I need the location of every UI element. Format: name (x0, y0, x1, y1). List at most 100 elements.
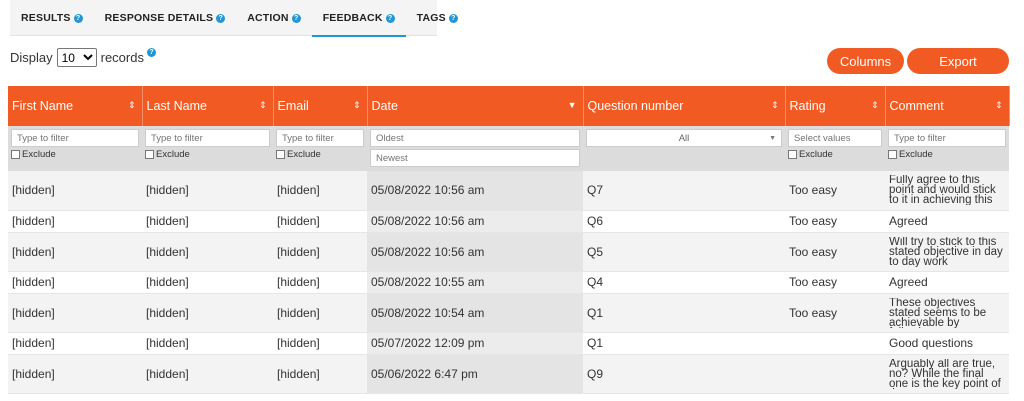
sort-icon: ⇕ (870, 100, 879, 110)
comment-text: Fully agree to this point and would stic… (889, 175, 996, 206)
filter-cell: Exclude (885, 126, 1009, 171)
cell-first-name: [hidden] (8, 210, 142, 233)
cell-rating: Too easy (785, 271, 885, 294)
cell-email: [hidden] (273, 232, 367, 272)
question-filter-value: All (678, 132, 690, 144)
help-icon[interactable]: ? (385, 13, 395, 23)
exclude-checkbox[interactable] (145, 150, 154, 159)
tab-bar: RESULTS? RESPONSE DETAILS? ACTION? FEEDB… (10, 0, 458, 37)
cell-comment: Will try to stick to this stated objecti… (885, 232, 1009, 272)
last-name-filter-input[interactable] (145, 129, 270, 147)
header-label: First Name (12, 99, 74, 113)
table-row[interactable]: [hidden] [hidden] [hidden] 05/08/2022 10… (8, 232, 1009, 272)
help-icon[interactable]: ? (146, 48, 156, 57)
cell-rating: Too easy (785, 210, 885, 233)
column-header-email[interactable]: Email ⇕ (273, 86, 368, 126)
tab-response-details[interactable]: RESPONSE DETAILS? (94, 0, 237, 36)
exclude-label: Exclude (899, 149, 933, 160)
exclude-checkbox[interactable] (11, 150, 20, 159)
cell-last-name: [hidden] (142, 232, 273, 272)
filter-cell: Exclude (8, 126, 142, 171)
help-icon[interactable]: ? (73, 13, 83, 23)
cell-last-name: [hidden] (142, 293, 273, 333)
cell-comment: Fully agree to this point and would stic… (885, 171, 1009, 211)
cell-date: 05/06/2022 6:47 pm (367, 354, 583, 394)
tab-tags[interactable]: TAGS? (406, 0, 469, 36)
export-button[interactable]: Export (907, 48, 1009, 74)
cell-question: Q4 (583, 271, 785, 294)
columns-button[interactable]: Columns (827, 48, 904, 74)
cell-email: [hidden] (273, 171, 367, 211)
cell-email: [hidden] (273, 293, 367, 333)
cell-first-name: [hidden] (8, 293, 142, 333)
cell-comment: Agreed (885, 210, 1009, 233)
column-header-question-number[interactable]: Question number ⇕ (583, 86, 786, 126)
exclude-checkbox[interactable] (788, 150, 797, 159)
tab-action[interactable]: ACTION? (236, 0, 311, 36)
cell-comment: These objectives stated seems to be achi… (885, 293, 1009, 333)
question-filter-select[interactable]: All ▼ (586, 129, 782, 147)
comment-filter-input[interactable] (888, 129, 1006, 147)
table-row[interactable]: [hidden] [hidden] [hidden] 05/06/2022 6:… (8, 354, 1009, 394)
cell-rating: Too easy (785, 232, 885, 272)
help-icon[interactable]: ? (448, 13, 458, 23)
date-to-input[interactable] (370, 149, 580, 167)
cell-rating (785, 354, 885, 394)
exclude-option[interactable]: Exclude (888, 149, 1006, 160)
table-row[interactable]: [hidden] [hidden] [hidden] 05/08/2022 10… (8, 210, 1009, 233)
cell-last-name: [hidden] (142, 271, 273, 294)
exclude-option[interactable]: Exclude (788, 149, 882, 160)
records-per-page-select[interactable]: 10 (56, 48, 97, 67)
feedback-table: First Name ⇕ Last Name ⇕ Email ⇕ Date ▼ Ques… (8, 86, 1010, 394)
cell-date: 05/08/2022 10:56 am (367, 210, 583, 233)
cell-rating (785, 332, 885, 355)
exclude-checkbox[interactable] (888, 150, 897, 159)
column-header-rating[interactable]: Rating ⇕ (785, 86, 886, 126)
header-label: Question number (587, 99, 684, 113)
email-filter-input[interactable] (276, 129, 364, 147)
sort-icon: ⇕ (994, 100, 1003, 110)
cell-date: 05/08/2022 10:54 am (367, 293, 583, 333)
records-label: records (100, 50, 144, 65)
cell-question: Q7 (583, 171, 785, 211)
cell-question: Q5 (583, 232, 785, 272)
cell-email: [hidden] (273, 332, 367, 355)
tab-label: RESULTS (21, 12, 71, 24)
filter-cell: Exclude (785, 126, 885, 171)
cell-last-name: [hidden] (142, 210, 273, 233)
column-header-last-name[interactable]: Last Name ⇕ (142, 86, 274, 126)
cell-last-name: [hidden] (142, 332, 273, 355)
cell-question: Q1 (583, 332, 785, 355)
date-from-input[interactable] (370, 129, 580, 147)
tab-feedback[interactable]: FEEDBACK? (311, 0, 406, 37)
column-header-comment[interactable]: Comment ⇕ (885, 86, 1010, 126)
column-header-date[interactable]: Date ▼ (367, 86, 584, 126)
table-row[interactable]: [hidden] [hidden] [hidden] 05/08/2022 10… (8, 293, 1009, 333)
first-name-filter-input[interactable] (11, 129, 139, 147)
column-header-first-name[interactable]: First Name ⇕ (8, 86, 143, 126)
cell-question: Q9 (583, 354, 785, 394)
table-row[interactable]: [hidden] [hidden] [hidden] 05/07/2022 12… (8, 332, 1009, 355)
cell-question: Q6 (583, 210, 785, 233)
help-icon[interactable]: ? (291, 13, 301, 23)
tab-label: ACTION (247, 12, 289, 24)
exclude-option[interactable]: Exclude (11, 149, 139, 160)
tab-results[interactable]: RESULTS? (10, 0, 94, 36)
rating-filter-input[interactable] (788, 129, 882, 147)
cell-email: [hidden] (273, 354, 367, 394)
exclude-checkbox[interactable] (276, 150, 285, 159)
table-row[interactable]: [hidden] [hidden] [hidden] 05/08/2022 10… (8, 171, 1009, 211)
filter-cell: All ▼ (583, 126, 785, 171)
sort-icon: ⇕ (127, 100, 136, 110)
table-row[interactable]: [hidden] [hidden] [hidden] 05/08/2022 10… (8, 271, 1009, 294)
display-label: Display (10, 50, 53, 65)
exclude-label: Exclude (22, 149, 56, 160)
cell-date: 05/08/2022 10:55 am (367, 271, 583, 294)
exclude-option[interactable]: Exclude (276, 149, 364, 160)
cell-first-name: [hidden] (8, 271, 142, 294)
filter-row: Exclude Exclude Exclude All ▼ Exclude (8, 126, 1009, 171)
cell-rating: Too easy (785, 171, 885, 211)
help-icon[interactable]: ? (216, 13, 226, 23)
exclude-option[interactable]: Exclude (145, 149, 270, 160)
sort-icon: ⇕ (352, 100, 361, 110)
